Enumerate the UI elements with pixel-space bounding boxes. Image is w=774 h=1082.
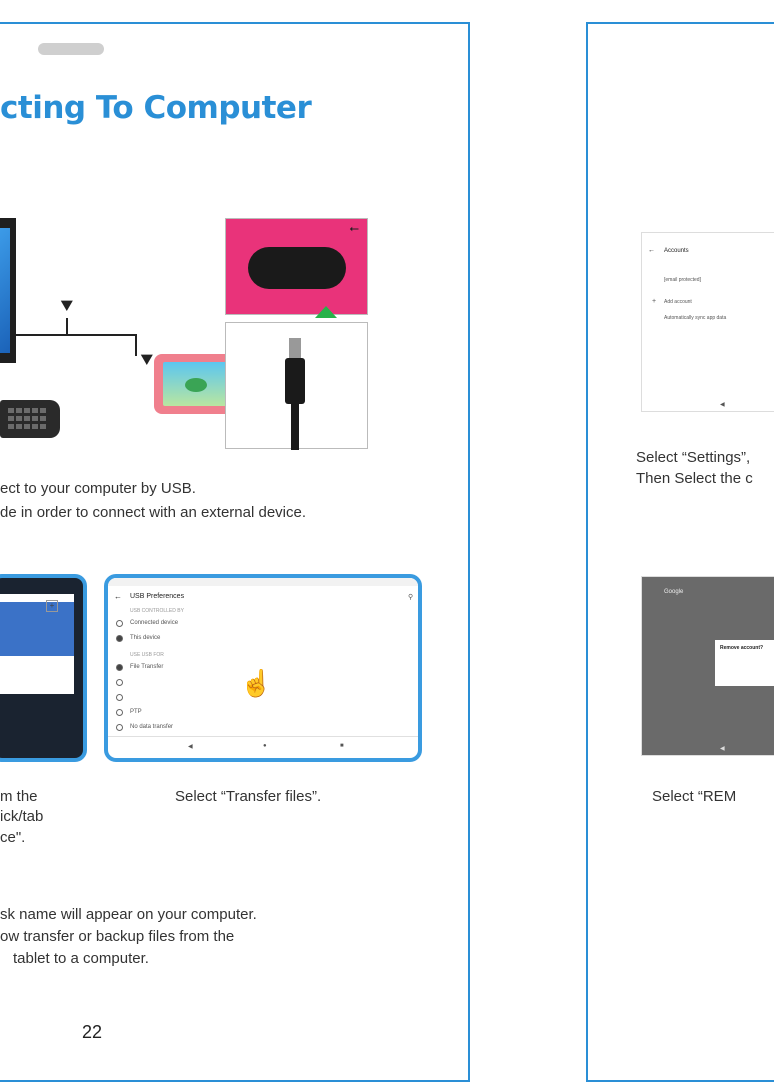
option-ptp: PTP	[130, 709, 142, 715]
screen-header: Accounts	[664, 248, 689, 254]
caption-transfer: Select “Transfer files”.	[175, 788, 322, 805]
add-icon: +	[46, 600, 58, 612]
radio-this-device[interactable]	[116, 635, 123, 642]
back-arrow-icon: ←	[648, 247, 655, 254]
back-arrow-icon: ←	[114, 592, 122, 601]
plus-icon: +	[652, 298, 657, 305]
radio-option[interactable]	[116, 679, 123, 686]
micro-usb-plug	[285, 358, 305, 404]
nav-bar: ◀ ● ■	[108, 736, 418, 758]
status-bar	[108, 578, 418, 586]
option-no-data: No data transfer	[130, 724, 174, 730]
notification-screenshot: +	[0, 574, 87, 762]
caption-left-1: m the	[0, 788, 38, 805]
screen-header: USB Preferences	[130, 593, 185, 600]
usb-cord	[291, 402, 299, 450]
pointing-hand-icon: ☝	[240, 668, 273, 698]
left-page-frame	[0, 22, 470, 1082]
account-email[interactable]: [email protected]	[664, 277, 701, 283]
notification-card	[0, 602, 74, 656]
instruction-line-2: de in order to connect with an external …	[0, 504, 307, 521]
accounts-screenshot: ← Accounts [email protected] + Add accou…	[641, 232, 774, 412]
radio-connected[interactable]	[116, 620, 123, 627]
option-connected-device: Connected device	[130, 620, 179, 626]
note-line-2: ow transfer or backup files from the	[0, 928, 235, 945]
usb-cable	[16, 334, 136, 336]
radio-option[interactable]	[116, 694, 123, 701]
right-page-frame	[586, 22, 774, 1082]
usb-icon: ⭠	[349, 221, 359, 235]
usb-port-closeup: ⭠	[225, 218, 368, 315]
search-icon: ⚲	[408, 594, 414, 601]
caption-left-3: ce".	[0, 829, 26, 846]
page-title: cting To Computer	[0, 90, 312, 126]
note-line-1: sk name will appear on your computer.	[0, 906, 257, 923]
caption-remove: Select “REM	[652, 788, 737, 805]
usb-cable	[135, 334, 137, 356]
radio-ptp[interactable]	[116, 709, 123, 716]
add-account[interactable]: Add account	[664, 299, 692, 305]
note-line-3: tablet to a computer.	[13, 950, 149, 967]
page-number: 22	[82, 1022, 103, 1042]
usb-port	[248, 247, 346, 289]
back-icon[interactable]: ◀	[720, 745, 725, 752]
radio-no-data[interactable]	[116, 724, 123, 731]
usb-port-contact	[38, 43, 104, 55]
turtle-graphic	[185, 378, 207, 392]
section-label: USE USB FOR	[130, 652, 164, 658]
usb-preferences-screenshot: ← USB Preferences ⚲ USB CONTROLLED BY Co…	[104, 574, 422, 762]
instruction-line-1: ect to your computer by USB.	[0, 480, 196, 497]
back-icon[interactable]: ◀	[720, 401, 725, 408]
usb-cable	[66, 318, 68, 336]
screen-header: Google	[664, 589, 684, 595]
back-icon[interactable]: ◀	[188, 743, 193, 750]
remove-account-dialog: Remove account?	[715, 640, 774, 686]
dialog-title: Remove account?	[720, 645, 764, 651]
usb-icon: ⯆	[58, 294, 76, 319]
radio-file-transfer[interactable]	[116, 664, 123, 671]
recents-icon[interactable]: ■	[340, 743, 344, 749]
micro-usb-plug-tip	[289, 338, 301, 360]
option-this-device: This device	[130, 635, 161, 641]
green-arrow-icon	[315, 306, 337, 318]
home-icon[interactable]: ●	[263, 743, 267, 749]
auto-sync[interactable]: Automatically sync app data	[664, 315, 726, 321]
monitor-screen	[0, 228, 10, 353]
keyboard	[0, 400, 60, 438]
section-label: USB CONTROLLED BY	[130, 608, 184, 614]
caption-left-2: ick/tab	[0, 808, 44, 825]
caption-settings-1: Select “Settings”,	[636, 449, 751, 466]
caption-settings-2: Then Select the c	[636, 470, 753, 487]
option-file-transfer: File Transfer	[130, 664, 164, 670]
usb-icon: ⯆	[138, 348, 156, 373]
